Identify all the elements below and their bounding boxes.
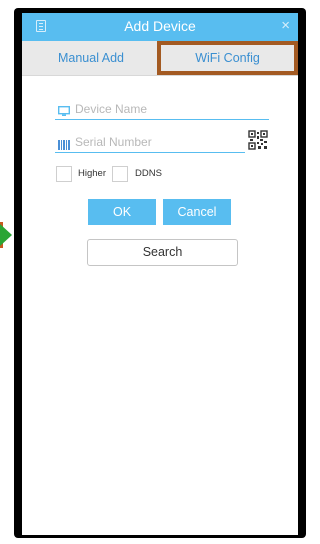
device-name-placeholder: Device Name <box>75 102 148 116</box>
page-title: Add Device <box>124 18 196 34</box>
serial-number-field[interactable]: Serial Number <box>55 134 245 153</box>
app-screen: Add Device × Manual Add WiFi Config Devi… <box>22 13 298 535</box>
ddns-label: DDNS <box>135 168 162 179</box>
search-button[interactable]: Search <box>87 239 238 266</box>
tab-manual-add[interactable]: Manual Add <box>22 41 160 75</box>
serial-number-placeholder: Serial Number <box>75 135 152 149</box>
title-bar: Add Device × <box>22 13 298 41</box>
cancel-button[interactable]: Cancel <box>163 199 231 225</box>
higher-label: Higher <box>78 168 106 179</box>
tab-bar: Manual Add WiFi Config <box>22 41 298 76</box>
device-name-field[interactable]: Device Name <box>55 101 269 120</box>
close-icon[interactable]: × <box>281 17 290 34</box>
qr-code-icon[interactable] <box>248 130 268 150</box>
pointer-arrow-icon <box>0 224 12 246</box>
higher-checkbox[interactable] <box>56 166 72 182</box>
monitor-icon <box>57 104 71 122</box>
ddns-checkbox[interactable] <box>112 166 128 182</box>
barcode-icon <box>58 137 71 155</box>
tab-wifi-config[interactable]: WiFi Config <box>157 41 298 75</box>
ok-button[interactable]: OK <box>88 199 156 225</box>
